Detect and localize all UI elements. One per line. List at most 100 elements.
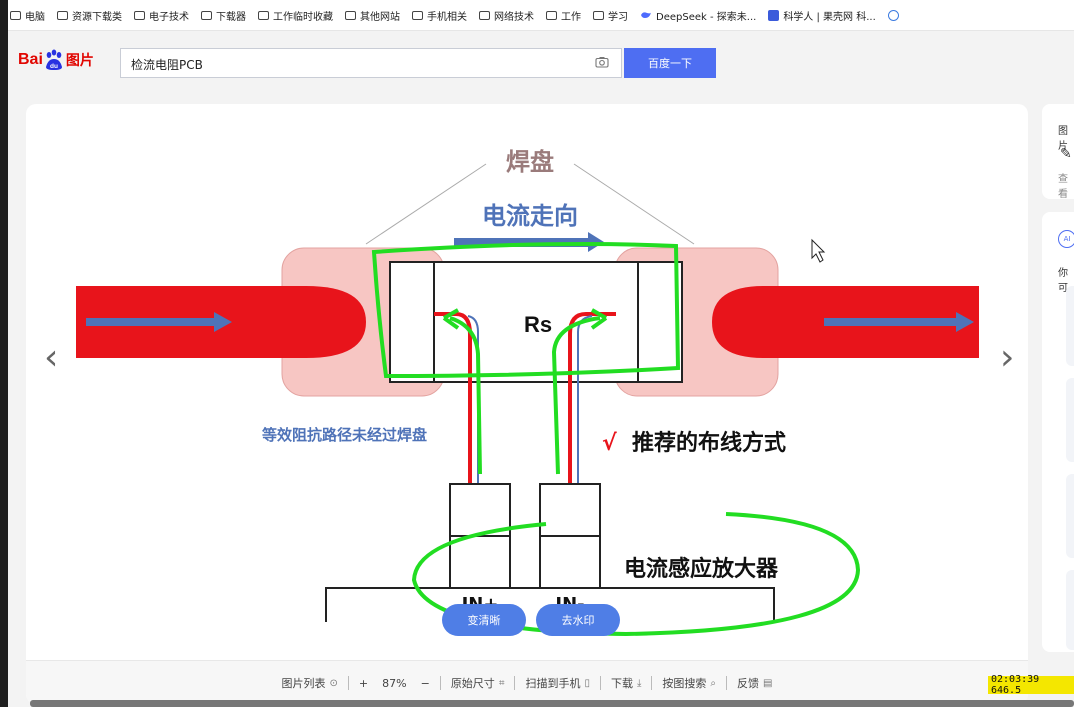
- resistor-label: Rs: [524, 312, 552, 337]
- bookmark-item-guokr[interactable]: 科学人 | 果壳网 科...: [768, 8, 876, 23]
- zoom-level: 87%: [378, 677, 410, 690]
- browser-window: 电脑 资源下载类 电子技术 下载器 工作临时收藏 其他网站 手机相关 网络技术 …: [8, 0, 1074, 707]
- zoom-out-label: −: [420, 676, 430, 690]
- ai-icon[interactable]: AI: [1058, 230, 1074, 248]
- folder-icon: [546, 10, 557, 20]
- horizontal-scrollbar[interactable]: [30, 700, 1074, 707]
- bookmark-label: 资源下载类: [72, 11, 122, 23]
- bookmark-item[interactable]: 工作: [546, 8, 581, 23]
- suggest-card[interactable]: [1066, 286, 1074, 366]
- logo-text: Bai: [18, 51, 43, 68]
- search-input[interactable]: [129, 54, 573, 74]
- bookmark-label: 学习: [608, 11, 628, 23]
- search-by-image-label: 按图搜索: [662, 677, 707, 690]
- bookmark-item[interactable]: 手机相关: [412, 8, 467, 23]
- next-image-button[interactable]: ›: [1000, 340, 1014, 376]
- bookmark-label: 电脑: [25, 11, 45, 23]
- bookmark-item[interactable]: 下载器: [201, 8, 246, 23]
- original-size-label: 原始尺寸: [450, 677, 495, 690]
- bookmark-label: DeepSeek - 探索未...: [656, 11, 757, 23]
- side-view-link[interactable]: 查看: [1058, 170, 1074, 200]
- paw-icon: du: [45, 49, 62, 70]
- search-button[interactable]: 百度一下: [624, 48, 716, 78]
- folder-icon: [412, 10, 423, 20]
- image-list-label: 图片列表: [281, 677, 326, 690]
- search-icon: ⌕: [710, 677, 716, 689]
- sharpen-button[interactable]: 变清晰: [442, 604, 526, 636]
- recommended-label: 推荐的布线方式: [632, 430, 786, 456]
- brush-icon[interactable]: ✎: [1060, 146, 1072, 162]
- deepseek-icon: [641, 12, 651, 18]
- remove-watermark-button[interactable]: 去水印: [536, 604, 620, 636]
- scan-to-phone-button[interactable]: 扫描到手机 ▯: [515, 675, 600, 691]
- bookmark-label: 科学人 | 果壳网 科...: [783, 11, 876, 23]
- current-direction-arrowhead: [588, 232, 604, 252]
- resize-icon: ⌗: [498, 677, 505, 689]
- suggest-card[interactable]: [1066, 474, 1074, 558]
- bookmark-item[interactable]: 资源下载类: [57, 8, 122, 23]
- phone-icon: ▯: [584, 677, 590, 689]
- mouse-cursor-icon: [811, 238, 826, 263]
- bookmark-label: 工作临时收藏: [273, 11, 333, 23]
- timestamp-overlay: 02:03:39 646.5: [988, 674, 1074, 696]
- baidu-logo[interactable]: Bai du 图片: [18, 46, 94, 74]
- in-minus-filter-top: [539, 483, 601, 537]
- pcb-diagram-image: Rs 焊盘 电流走向 IN+ IN- 等效阻抗路径未经过焊盘 √: [76, 148, 979, 637]
- pad-pointer-line: [573, 163, 695, 245]
- viewer-toolbar: 图片列表 ⊙ + 87% − 原始尺寸 ⌗ 扫描到手机 ▯ 下载 ⤓ 按图搜索 ⌕ 反馈 ▤: [26, 660, 1028, 704]
- folder-icon: [593, 10, 604, 20]
- image-list-button[interactable]: 图片列表 ⊙: [272, 675, 348, 691]
- guokr-icon: [768, 9, 780, 21]
- extension-icon[interactable]: [887, 9, 899, 21]
- in-plus-filter-bottom: [449, 535, 511, 589]
- check-mark: √: [602, 431, 617, 456]
- search-header: Bai du 图片 百度一下: [8, 38, 1074, 82]
- folder-icon: [57, 10, 68, 20]
- zoom-in-button[interactable]: +: [349, 677, 378, 690]
- bookmark-item[interactable]: 工作临时收藏: [258, 8, 333, 23]
- bookmark-item[interactable]: 其他网站: [345, 8, 400, 23]
- feedback-label: 反馈: [737, 677, 759, 690]
- bookmarks-bar: 电脑 资源下载类 电子技术 下载器 工作临时收藏 其他网站 手机相关 网络技术 …: [8, 0, 1074, 31]
- bookmark-label: 网络技术: [494, 11, 534, 23]
- zoom-in-label: +: [358, 676, 369, 690]
- bad-path-label: 等效阻抗路径未经过焊盘: [262, 426, 427, 444]
- folder-icon: [201, 10, 212, 20]
- bookmark-label: 电子技术: [149, 11, 189, 23]
- image-viewer: Rs 焊盘 电流走向 IN+ IN- 等效阻抗路径未经过焊盘 √: [26, 104, 1028, 704]
- bookmark-label: 手机相关: [427, 11, 467, 23]
- feedback-icon: ▤: [763, 677, 773, 689]
- feedback-button[interactable]: 反馈 ▤: [727, 675, 782, 691]
- download-button[interactable]: 下载 ⤓: [601, 675, 651, 691]
- zoom-out-button[interactable]: −: [411, 677, 440, 690]
- pad-label: 焊盘: [506, 148, 554, 176]
- in-minus-filter-bottom: [539, 535, 601, 589]
- bookmark-item[interactable]: 学习: [593, 8, 628, 23]
- prev-image-button[interactable]: ‹: [44, 340, 58, 376]
- logo-suffix: 图片: [65, 53, 94, 69]
- search-by-image-button[interactable]: 按图搜索 ⌕: [652, 675, 726, 691]
- bookmark-label: 工作: [561, 11, 581, 23]
- bookmark-item[interactable]: 网络技术: [479, 8, 534, 23]
- download-label: 下载: [610, 677, 633, 690]
- current-direction-label: 电流走向: [482, 202, 578, 230]
- folder-icon: [258, 10, 269, 20]
- bookmark-label: 下载器: [216, 11, 246, 23]
- folder-icon: [134, 10, 145, 20]
- bookmark-label: 其他网站: [360, 11, 400, 23]
- left-flow-arrow: [86, 318, 216, 326]
- suggest-card[interactable]: [1066, 570, 1074, 650]
- bookmark-item[interactable]: 电子技术: [134, 8, 189, 23]
- original-size-button[interactable]: 原始尺寸 ⌗: [441, 675, 515, 691]
- zoom-value: 87%: [382, 676, 407, 690]
- bookmark-item-deepseek[interactable]: DeepSeek - 探索未...: [640, 8, 756, 23]
- bookmark-item[interactable]: 电脑: [10, 8, 45, 23]
- folder-icon: [10, 10, 21, 20]
- folder-icon: [345, 10, 356, 20]
- search-box[interactable]: [120, 48, 622, 78]
- scan-label: 扫描到手机: [525, 677, 581, 690]
- suggest-card[interactable]: [1066, 378, 1074, 462]
- chevron-down-icon: ⊙: [329, 677, 338, 689]
- right-flow-arrow: [824, 318, 958, 326]
- camera-icon[interactable]: [595, 56, 609, 68]
